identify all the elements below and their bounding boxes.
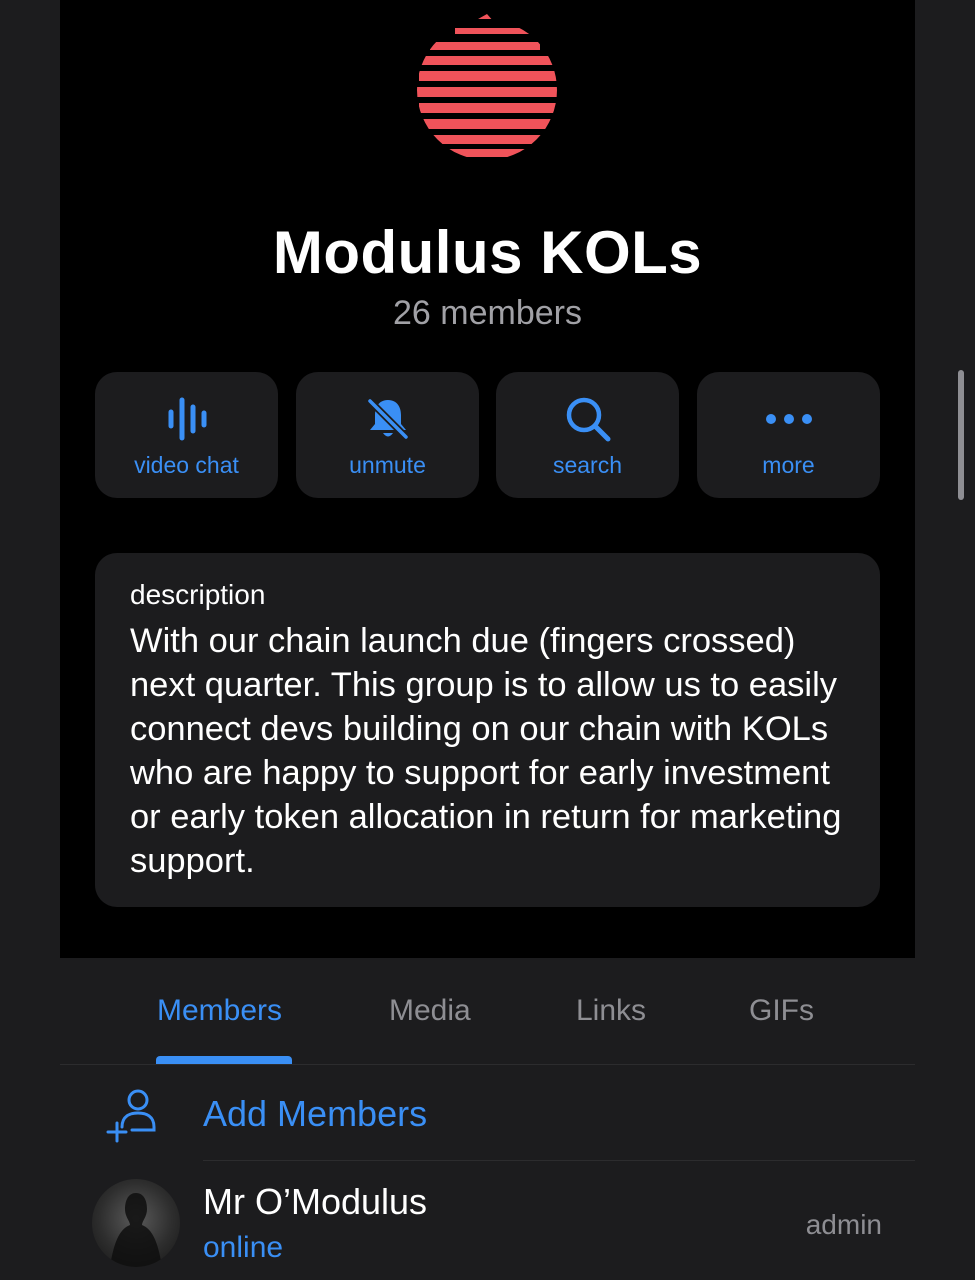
sound-bars-icon: [95, 394, 278, 444]
right-margin: [915, 0, 975, 1280]
tab-links[interactable]: Links: [576, 994, 646, 1028]
group-logo-icon: [417, 14, 557, 157]
search-button[interactable]: search: [496, 372, 679, 498]
member-list-item[interactable]: Mr O’Modulus online admin: [60, 1161, 915, 1280]
member-status: online: [203, 1231, 284, 1264]
magnifier-icon: [496, 394, 679, 444]
add-person-icon: [106, 1089, 156, 1143]
more-button[interactable]: more: [697, 372, 880, 498]
unmute-button[interactable]: unmute: [296, 372, 479, 498]
search-label: search: [552, 452, 623, 478]
ellipsis-icon: [697, 394, 880, 444]
video-chat-label: video chat: [134, 452, 239, 478]
active-tab-indicator: [156, 1056, 292, 1064]
tab-media[interactable]: Media: [389, 994, 471, 1028]
avatar: [92, 1179, 180, 1267]
description-card: description With our chain launch due (f…: [95, 553, 880, 907]
more-label: more: [762, 452, 815, 478]
unmute-label: unmute: [349, 452, 426, 478]
add-members-label: Add Members: [203, 1093, 428, 1134]
member-name: Mr O’Modulus: [203, 1181, 428, 1222]
description-heading: description: [130, 579, 266, 610]
members-section: Members Media Links GIFs Add Members Mr …: [60, 958, 915, 1280]
tab-bar: Members Media Links GIFs: [60, 958, 915, 1065]
description-text: With our chain launch due (fingers cross…: [130, 622, 842, 880]
member-role-badge: admin: [805, 1209, 882, 1240]
action-buttons: video chat unmute search more: [95, 372, 880, 498]
tab-members[interactable]: Members: [157, 994, 282, 1028]
scrollbar[interactable]: [958, 370, 964, 500]
add-members-row[interactable]: Add Members: [60, 1065, 915, 1160]
bell-slash-icon: [296, 394, 479, 444]
video-chat-button[interactable]: video chat: [95, 372, 278, 498]
group-info-panel: Modulus KOLs 26 members video chat unmut…: [60, 0, 915, 1280]
left-margin: [0, 0, 60, 1280]
group-title: Modulus KOLs: [272, 219, 703, 286]
tab-gifs[interactable]: GIFs: [749, 994, 814, 1028]
member-count: 26 members: [393, 294, 582, 332]
